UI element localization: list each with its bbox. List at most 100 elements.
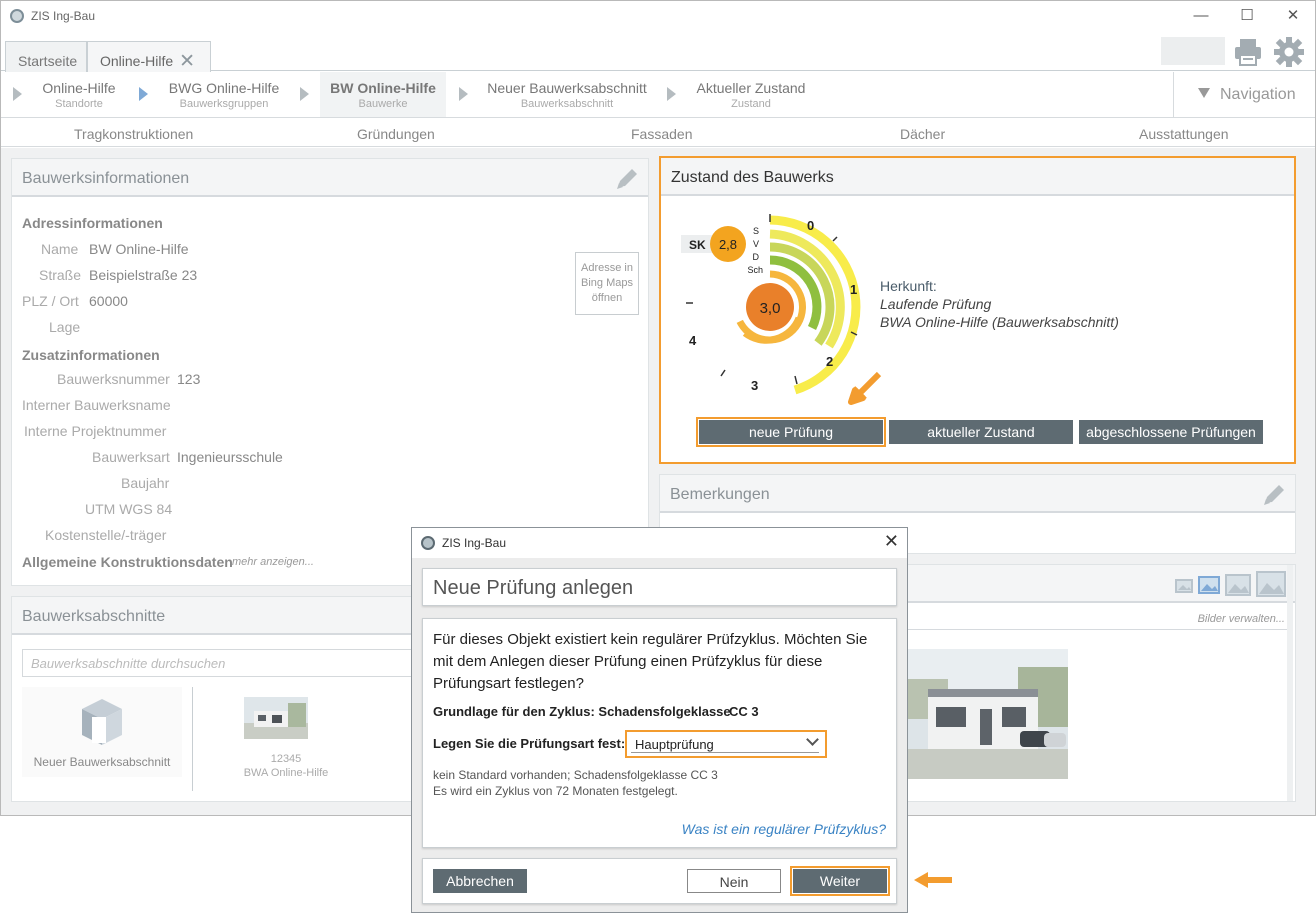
help-link[interactable]: Was ist ein regulärer Prüfzyklus? xyxy=(682,821,886,837)
panel-title: Bauwerksinformationen xyxy=(22,170,190,187)
panel-header: Bemerkungen xyxy=(660,475,1295,513)
lage-label: Lage xyxy=(49,319,81,335)
maximize-button[interactable]: ☐ xyxy=(1232,5,1262,27)
cycle-question: Für dieses Objekt existiert kein regulär… xyxy=(433,631,868,692)
navigation-button[interactable]: Navigation xyxy=(1173,72,1315,117)
category-bar: Tragkonstruktionen Gründungen Fassaden D… xyxy=(1,119,1315,147)
utm-label: UTM WGS 84 xyxy=(85,501,173,517)
panel-header: Bauwerksinformationen xyxy=(12,159,648,197)
breadcrumb-subtitle: Zustand xyxy=(731,98,771,110)
manage-images-link[interactable]: Bilder verwalten... xyxy=(1198,613,1285,625)
more-link[interactable]: mehr anzeigen... xyxy=(232,556,314,568)
internal-name-label: Interner Bauwerksname xyxy=(22,397,171,413)
bing-maps-button[interactable]: Adresse in Bing Maps öffnen xyxy=(575,252,639,315)
building-type-value: Ingenieursschule xyxy=(177,449,283,465)
section-number: 12345 xyxy=(270,753,302,765)
breadcrumb-arrow-icon xyxy=(13,87,22,101)
current-condition-button[interactable]: aktueller Zustand xyxy=(889,420,1073,444)
baujahr-label: Baujahr xyxy=(121,475,170,491)
breadcrumb-item-standorte[interactable]: Online-Hilfe Standorte xyxy=(27,72,131,117)
origin-line-1: Laufende Prüfung xyxy=(880,296,992,312)
section-thumbnail xyxy=(244,697,308,739)
ring-label-s: S xyxy=(753,226,759,236)
close-window-button[interactable]: ✕ xyxy=(1278,5,1308,27)
origin-info: Herkunft: Laufende Prüfung BWA Online-Hi… xyxy=(880,277,1119,331)
sk-label: SK xyxy=(689,238,706,252)
divider xyxy=(192,687,193,791)
breadcrumb-title: Neuer Bauwerksabschnitt xyxy=(487,80,647,96)
origin-label: Herkunft: xyxy=(880,278,937,294)
sk-value: 2,8 xyxy=(719,237,737,252)
dialog-window-title: ZIS Ing-Bau xyxy=(442,536,507,550)
breadcrumb-item-bauwerksgruppen[interactable]: BWG Online-Hilfe Bauwerksgruppen xyxy=(157,72,291,117)
next-button[interactable]: Weiter xyxy=(790,866,890,896)
breadcrumb-item-zustand[interactable]: Aktueller Zustand Zustand xyxy=(687,72,815,117)
image-large-icon[interactable] xyxy=(1225,574,1251,596)
breadcrumb-arrow-icon xyxy=(139,87,148,101)
scale-label-1: 1 xyxy=(850,282,857,297)
new-section-tile[interactable]: Neuer Bauwerksabschnitt xyxy=(22,687,182,777)
image-medium-icon[interactable] xyxy=(1198,576,1220,594)
image-xlarge-icon[interactable] xyxy=(1256,571,1286,597)
app-logo-icon xyxy=(421,536,435,550)
extra-heading: Zusatzinformationen xyxy=(22,347,160,363)
scale-label-4: 4 xyxy=(689,333,697,348)
breadcrumb-subtitle: Bauwerksgruppen xyxy=(179,98,269,110)
inspection-type-select[interactable]: Hauptprüfung xyxy=(625,730,827,758)
new-inspection-button[interactable]: neue Prüfung xyxy=(696,417,886,447)
section-name: BWA Online-Hilfe xyxy=(243,767,329,779)
gear-icon[interactable] xyxy=(1273,36,1305,68)
pointer-arrow-icon xyxy=(914,872,952,888)
zip-label: PLZ / Ort xyxy=(22,293,79,309)
completed-inspections-button[interactable]: abgeschlossene Prüfungen xyxy=(1079,420,1263,444)
breadcrumb-arrow-icon xyxy=(300,87,309,101)
cancel-button[interactable]: Abbrechen xyxy=(433,869,527,893)
category-fassaden[interactable]: Fassaden xyxy=(631,126,692,142)
inspection-type-label: Legen Sie die Prüfungsart fest: xyxy=(433,736,626,751)
scrollbar[interactable] xyxy=(1287,565,1293,801)
category-gruendungen[interactable]: Gründungen xyxy=(357,126,435,142)
app-logo-icon xyxy=(10,9,24,23)
ring-label-sch: Sch xyxy=(747,265,763,275)
window-title: ZIS Ing-Bau xyxy=(31,9,96,23)
panel-header: Zustand des Bauwerks xyxy=(661,158,1294,196)
printer-icon[interactable] xyxy=(1233,37,1263,67)
triangle-down-icon xyxy=(1198,88,1210,98)
minimize-button[interactable]: — xyxy=(1186,5,1216,27)
inspection-type-value: Hauptprüfung xyxy=(635,737,714,752)
building-number-value: 123 xyxy=(177,371,201,387)
no-button[interactable]: Nein xyxy=(687,869,781,893)
section-tile[interactable]: 12345 BWA Online-Hilfe xyxy=(208,697,328,793)
category-ausstattungen[interactable]: Ausstattungen xyxy=(1139,126,1229,142)
tab-label: Startseite xyxy=(18,53,78,69)
breadcrumb-subtitle: Bauwerke xyxy=(358,98,408,110)
name-label: Name xyxy=(41,241,79,257)
name-value: BW Online-Hilfe xyxy=(89,241,189,257)
sections-search-input[interactable]: Bauwerksabschnitte durchsuchen xyxy=(22,649,442,677)
condition-panel: Zustand des Bauwerks 3,0 0 1 2 3 4 S V D… xyxy=(659,156,1296,464)
dialog-close-icon[interactable]: ✕ xyxy=(884,531,899,552)
basis-label: Grundlage für den Zyklus: Schadensfolgek… xyxy=(433,704,731,719)
edit-pencil-icon[interactable] xyxy=(1261,483,1287,507)
pointer-arrow-icon xyxy=(848,371,882,405)
image-small-icon[interactable] xyxy=(1175,579,1193,593)
toolbar-placeholder xyxy=(1161,37,1225,65)
tab-startseite[interactable]: Startseite xyxy=(5,41,87,72)
scale-label-3: 3 xyxy=(751,378,758,393)
basis-value: CC 3 xyxy=(729,704,759,719)
origin-line-2: BWA Online-Hilfe (Bauwerksabschnitt) xyxy=(880,314,1119,330)
breadcrumb-item-bauwerke[interactable]: BW Online-Hilfe Bauwerke xyxy=(320,72,446,117)
edit-pencil-icon[interactable] xyxy=(614,167,640,191)
close-tab-icon[interactable]: ✕ xyxy=(179,52,195,71)
note-standard: kein Standard vorhanden; Schadensfolgekl… xyxy=(433,768,718,782)
building-number-label: Bauwerksnummer xyxy=(57,371,170,387)
panel-title: Zustand des Bauwerks xyxy=(671,169,834,186)
breadcrumb-subtitle: Bauwerksabschnitt xyxy=(520,98,614,110)
tab-online-hilfe[interactable]: Online-Hilfe ✕ xyxy=(87,41,211,72)
breadcrumb-item-bauwerksabschnitt[interactable]: Neuer Bauwerksabschnitt Bauwerksabschnit… xyxy=(479,72,655,117)
category-tragkonstruktionen[interactable]: Tragkonstruktionen xyxy=(74,126,193,142)
panel-title: Bauwerksabschnitte xyxy=(22,608,166,625)
category-daecher[interactable]: Dächer xyxy=(900,126,945,142)
center-value: 3,0 xyxy=(760,300,781,317)
building-photo[interactable] xyxy=(908,649,1068,779)
